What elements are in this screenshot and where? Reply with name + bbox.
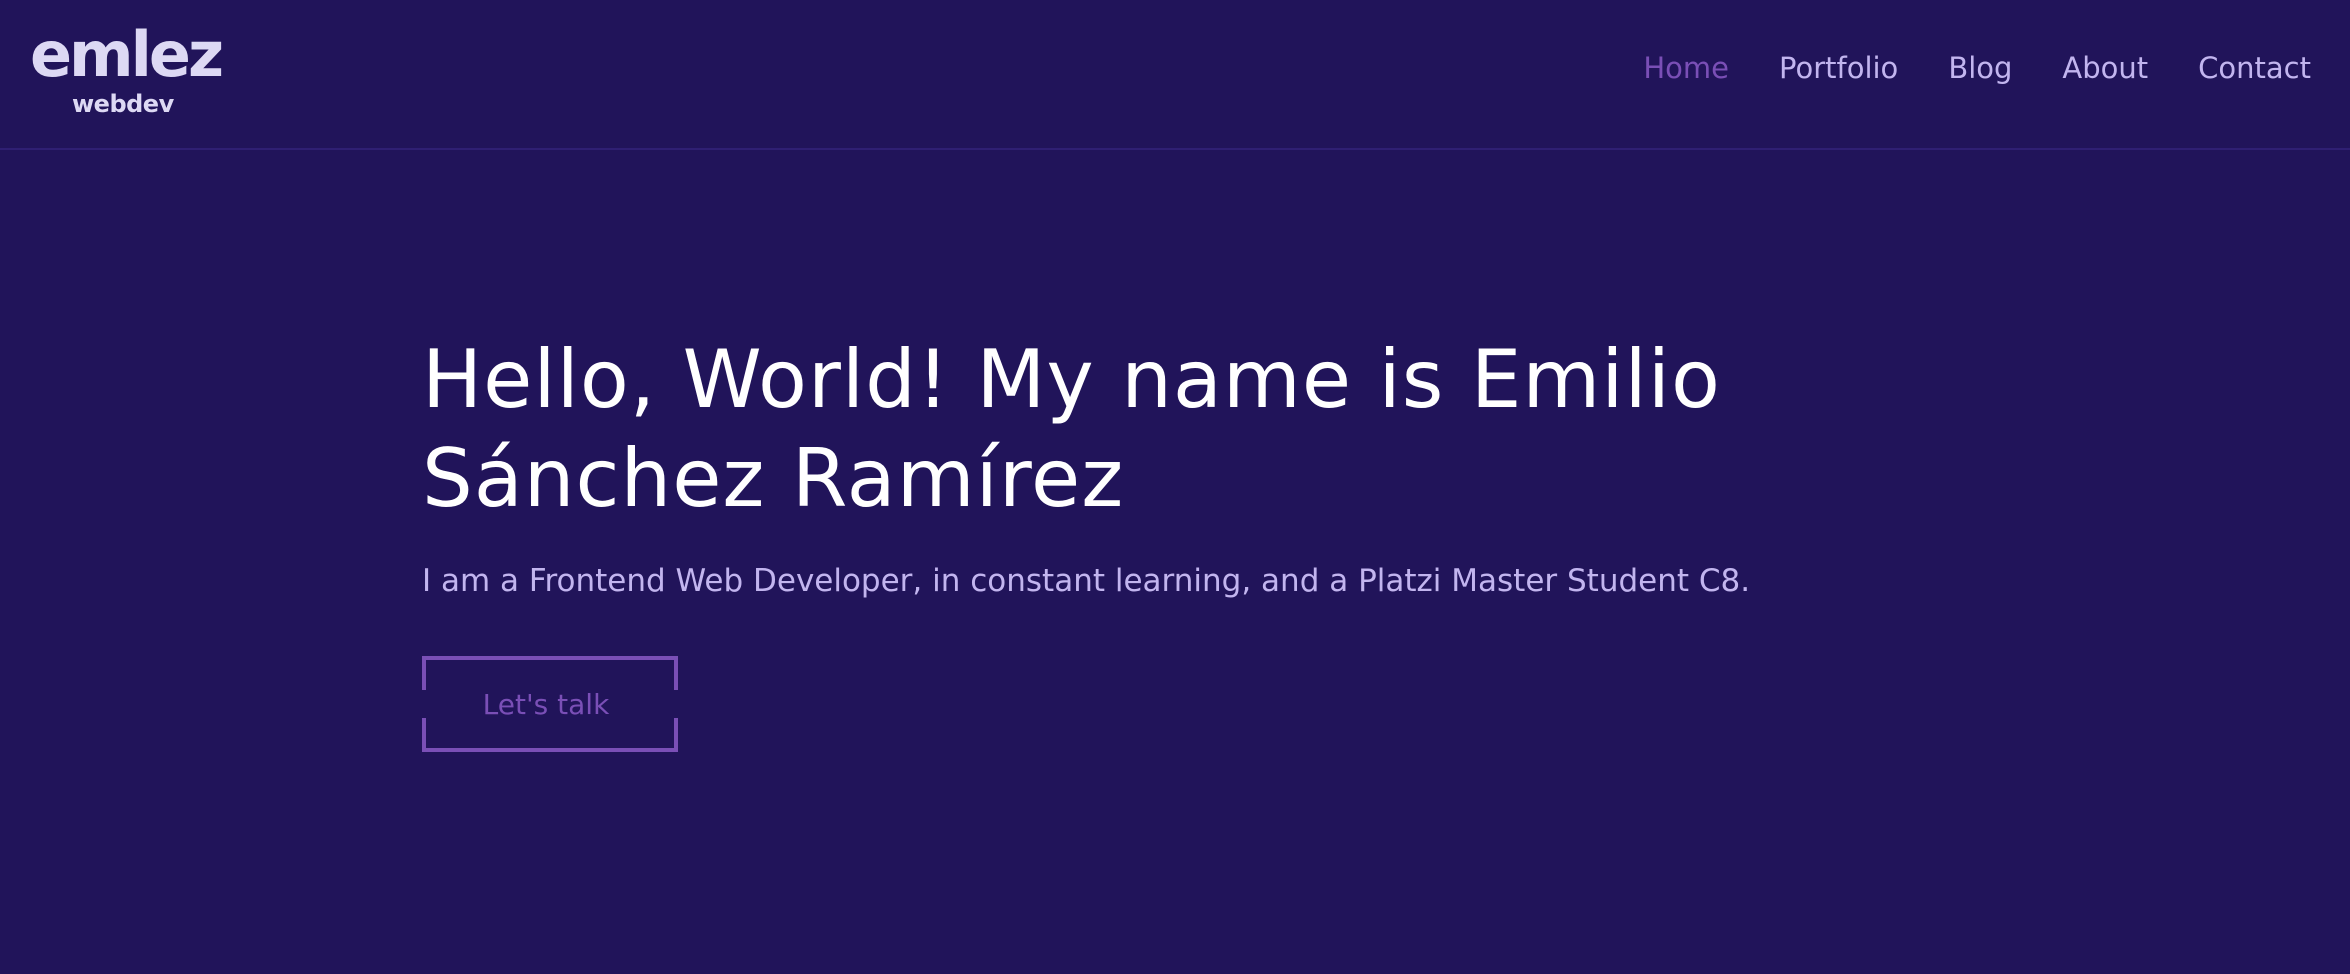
site-header: emlez webdev Home Portfolio Blog About C… bbox=[0, 0, 2350, 150]
nav-item-home[interactable]: Home bbox=[1643, 48, 1729, 88]
nav-item-portfolio[interactable]: Portfolio bbox=[1779, 48, 1898, 88]
nav-item-about[interactable]: About bbox=[2062, 48, 2148, 88]
logo-link[interactable]: emlez webdev bbox=[30, 20, 224, 120]
main-nav: Home Portfolio Blog About Contact bbox=[1643, 48, 2311, 88]
logo-wordmark: emlez bbox=[30, 18, 224, 91]
nav-item-contact[interactable]: Contact bbox=[2198, 48, 2311, 88]
nav-item-blog[interactable]: Blog bbox=[1948, 48, 2012, 88]
hero-section: Hello, World! My name is Emilio Sánchez … bbox=[422, 330, 1922, 752]
lets-talk-button[interactable]: Let's talk bbox=[422, 656, 678, 752]
logo-subtitle: webdev bbox=[72, 90, 174, 118]
hero-subtitle: I am a Frontend Web Developer, in consta… bbox=[422, 563, 1751, 599]
page: emlez webdev Home Portfolio Blog About C… bbox=[0, 0, 2350, 974]
hero-title: Hello, World! My name is Emilio Sánchez … bbox=[422, 333, 1721, 525]
